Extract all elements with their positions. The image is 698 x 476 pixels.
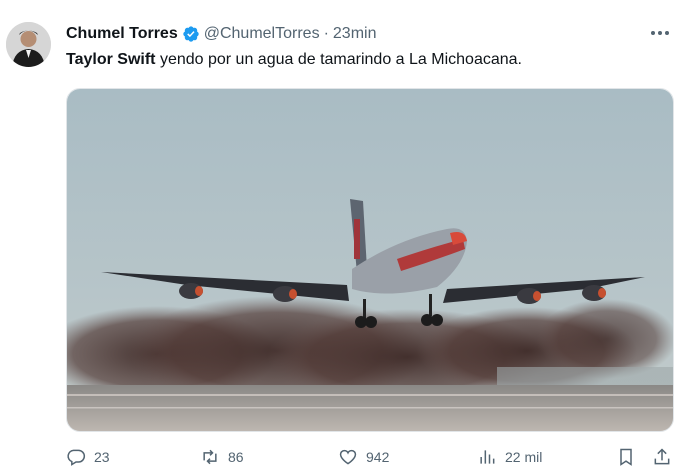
retweet-count: 86 [228,449,244,465]
tweet-header: Chumel Torres @ChumelTorres · 23min [66,24,376,44]
views-icon [480,450,495,464]
verified-badge-icon [182,25,200,43]
reply-count: 23 [94,449,110,465]
reply-button[interactable]: 23 [66,446,110,468]
tweet-text: Taylor Swift yendo por un agua de tamari… [66,51,522,69]
more-icon[interactable] [650,25,670,41]
like-icon [339,449,357,465]
bookmark-icon [620,448,632,466]
tweet-time[interactable]: 23min [333,25,377,43]
tweet-photo[interactable] [66,88,674,432]
author-handle[interactable]: @ChumelTorres [204,25,320,43]
separator-dot: · [323,25,329,42]
tweet-actions: 23 86 942 22 mil [66,446,672,468]
bookmark-button[interactable] [616,446,636,468]
views-button[interactable]: 22 mil [477,446,542,468]
author-name[interactable]: Chumel Torres [66,25,178,43]
avatar[interactable] [6,22,51,67]
retweet-icon [203,449,217,465]
share-icon [654,448,670,465]
share-button[interactable] [652,446,672,468]
like-button[interactable]: 942 [338,446,389,468]
tweet-card[interactable]: Chumel Torres @ChumelTorres · 23min Tayl… [0,0,698,476]
mention-link[interactable]: Taylor Swift [66,51,156,68]
like-count: 942 [366,449,390,465]
views-count: 22 mil [505,449,543,465]
retweet-button[interactable]: 86 [200,446,244,468]
tweet-body: yendo por un agua de tamarindo a La Mich… [155,51,522,68]
reply-icon [67,449,86,466]
